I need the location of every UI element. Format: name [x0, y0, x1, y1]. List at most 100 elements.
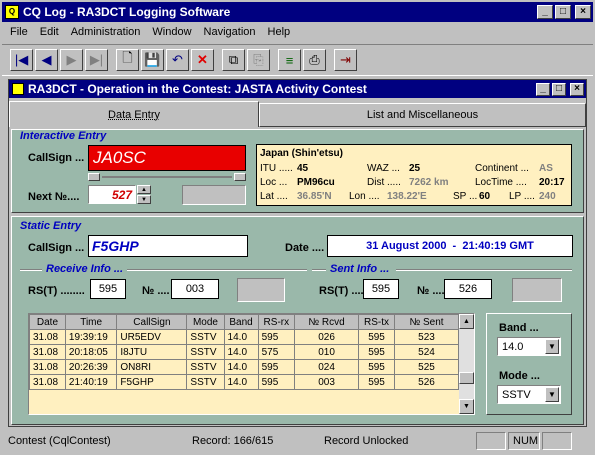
aux-field — [182, 185, 246, 205]
cell-time: 19:39:19 — [64, 329, 118, 345]
static-entry-panel: Static Entry CallSign ... F5GHP Date ...… — [11, 216, 584, 425]
table-scrollbar[interactable]: ▲ ▼ — [459, 314, 474, 414]
nr-rx-field[interactable]: 003 — [171, 279, 219, 299]
rst-tx-field[interactable]: 595 — [363, 279, 399, 299]
scroll-thumb[interactable] — [459, 372, 474, 384]
print-icon[interactable]: ⎙ — [303, 49, 326, 71]
waz-label: WAZ ... — [367, 163, 400, 174]
toolbar: |◀ ◀ ▶ ▶| 🗋 💾 ↶ ✕ ⧉ ⎘ ≡ ⎙ ⇥ — [2, 44, 593, 76]
cell-rs-rx: 595 — [257, 329, 296, 345]
window-maximize-icon[interactable]: □ — [552, 82, 566, 96]
cell-callsign: UR5EDV — [116, 329, 188, 345]
table-row[interactable]: 31.08 19:39:19 UR5EDV SSTV 14.0 595 026 … — [29, 329, 459, 345]
contest-window-titlebar: RA3DCT - Operation in the Contest: JASTA… — [9, 80, 586, 98]
cell-mode: SSTV — [186, 374, 225, 390]
callsign-input[interactable]: JA0SC — [88, 145, 246, 171]
static-callsign-field[interactable]: F5GHP — [88, 235, 248, 257]
menu-edit[interactable]: Edit — [40, 26, 59, 38]
exit-icon[interactable]: ⇥ — [334, 49, 357, 71]
cell-time: 21:40:19 — [64, 374, 118, 390]
scroll-down-icon[interactable]: ▼ — [459, 399, 474, 414]
col-band[interactable]: Band — [223, 314, 259, 330]
country-name: Japan (Shin'etsu) — [260, 148, 343, 159]
mode-select[interactable]: SSTV ▼ — [497, 385, 561, 404]
table-row[interactable]: 31.08 20:18:05 I8JTU SSTV 14.0 575 010 5… — [29, 344, 459, 360]
cell-callsign: I8JTU — [116, 344, 188, 360]
table-row[interactable]: 31.08 21:40:19 F5GHP SSTV 14.0 595 003 5… — [29, 374, 459, 390]
cell-mode: SSTV — [186, 359, 225, 375]
loc-label: Loc ... — [260, 177, 288, 188]
maximize-icon[interactable]: □ — [555, 5, 571, 19]
col-rs-rx[interactable]: RS-rx — [257, 314, 296, 330]
band-dropdown-icon[interactable]: ▼ — [545, 339, 559, 354]
status-bar: Contest (CqlContest) Record: 166/615 Rec… — [2, 430, 593, 452]
copy-icon[interactable]: ⧉ — [222, 49, 245, 71]
window-minimize-icon[interactable]: _ — [536, 82, 550, 96]
window-close-icon[interactable]: × — [570, 82, 584, 96]
continent-label: Continent ... — [475, 163, 529, 174]
cell-rs-tx: 595 — [358, 329, 395, 345]
scroll-up-icon[interactable]: ▲ — [459, 314, 474, 329]
undo-icon[interactable]: ↶ — [166, 49, 189, 71]
settings-icon[interactable]: ≡ — [278, 49, 301, 71]
tx-aux-box — [512, 278, 562, 302]
receive-divider-left — [20, 269, 42, 271]
status-lock: Record Unlocked — [324, 435, 409, 447]
menu-help[interactable]: Help — [268, 26, 291, 38]
cell-date: 31.08 — [29, 374, 66, 390]
first-record-icon[interactable]: |◀ — [10, 49, 33, 71]
next-record-icon[interactable]: ▶ — [60, 49, 83, 71]
cell-band: 14.0 — [223, 359, 259, 375]
status-record: Record: 166/615 — [192, 435, 274, 447]
col-mode[interactable]: Mode — [186, 314, 225, 330]
contest-window-title: RA3DCT - Operation in the Contest: JASTA… — [28, 82, 367, 96]
menu-file[interactable]: File — [10, 26, 28, 38]
rst-rx-field[interactable]: 595 — [90, 279, 126, 299]
delete-icon[interactable]: ✕ — [191, 49, 214, 71]
spin-down-icon[interactable]: ▼ — [137, 195, 151, 204]
lat-value: 36.85'N — [297, 191, 332, 202]
last-record-icon[interactable]: ▶| — [85, 49, 108, 71]
col-nr-sent[interactable]: № Sent — [394, 314, 459, 330]
cell-rs-tx: 595 — [358, 359, 395, 375]
loctime-label: LocTime .... — [475, 177, 527, 188]
mode-dropdown-icon[interactable]: ▼ — [545, 387, 559, 402]
cell-rs-tx: 595 — [358, 344, 395, 360]
save-icon[interactable]: 💾 — [141, 49, 164, 71]
cell-nr-sent: 524 — [394, 344, 459, 360]
scroll-left-handle[interactable] — [88, 173, 100, 181]
menu-window[interactable]: Window — [152, 26, 191, 38]
col-rs-tx[interactable]: RS-tx — [358, 314, 395, 330]
tab-data-entry[interactable]: Data Entry — [9, 101, 259, 127]
prev-record-icon[interactable]: ◀ — [35, 49, 58, 71]
paste-icon[interactable]: ⎘ — [247, 49, 270, 71]
spin-up-icon[interactable]: ▲ — [137, 185, 151, 194]
rst-rx-label: RS(T) ........ — [28, 285, 85, 297]
scroll-right-handle[interactable] — [234, 173, 246, 181]
col-date[interactable]: Date — [29, 314, 66, 330]
close-icon[interactable]: × — [575, 5, 591, 19]
table-row[interactable]: 31.08 20:26:39 ON8RI SSTV 14.0 595 024 5… — [29, 359, 459, 375]
col-callsign[interactable]: CallSign — [116, 314, 188, 330]
col-time[interactable]: Time — [64, 314, 118, 330]
date-field[interactable]: 31 August 2000 - 21:40:19 GMT — [327, 235, 573, 257]
col-nr-rcvd[interactable]: № Rcvd — [294, 314, 360, 330]
band-select[interactable]: 14.0 ▼ — [497, 337, 561, 356]
cell-nr-rcvd: 003 — [294, 374, 360, 390]
sent-info-label: Sent Info ... — [330, 263, 390, 275]
receive-info-label: Receive Info ... — [46, 263, 124, 275]
next-nr-input[interactable]: 527 — [88, 185, 136, 204]
contest-window: RA3DCT - Operation in the Contest: JASTA… — [8, 79, 587, 427]
new-icon[interactable]: 🗋 — [116, 49, 139, 71]
tab-list-misc[interactable]: List and Miscellaneous — [259, 103, 586, 127]
menu-administration[interactable]: Administration — [71, 26, 141, 38]
nr-tx-field[interactable]: 526 — [444, 279, 492, 299]
log-table-container: Date Time CallSign Mode Band RS-rx № Rcv… — [28, 313, 475, 415]
cell-nr-rcvd: 010 — [294, 344, 360, 360]
minimize-icon[interactable]: _ — [537, 5, 553, 19]
menu-bar: File Edit Administration Window Navigati… — [2, 23, 593, 41]
waz-value: 25 — [409, 163, 421, 174]
cell-nr-sent: 526 — [394, 374, 459, 390]
itu-value: 45 — [297, 163, 309, 174]
menu-navigation[interactable]: Navigation — [204, 26, 256, 38]
